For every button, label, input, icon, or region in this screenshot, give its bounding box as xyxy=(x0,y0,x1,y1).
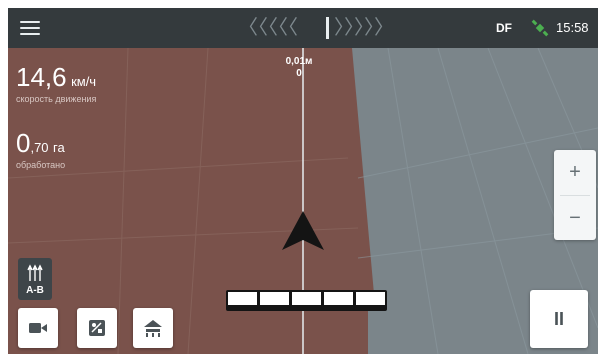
ab-line-label: A-B xyxy=(26,285,44,296)
implement-icon xyxy=(144,320,162,337)
hamburger-menu-icon[interactable] xyxy=(20,21,40,35)
pause-button[interactable]: II xyxy=(530,290,588,348)
zoom-in-button[interactable]: + xyxy=(554,150,596,194)
correction-status: DF xyxy=(496,21,512,35)
area-decimals: ,70 xyxy=(30,140,49,155)
implement-sections xyxy=(226,290,387,311)
top-bar: 〈〈〈〈〈 〉〉〉〉〉 DF 15:58 xyxy=(8,8,598,48)
offset-value: 0,01м xyxy=(285,56,313,67)
line-number: 0 xyxy=(296,68,302,79)
ab-line-icon xyxy=(27,264,43,281)
pause-icon: II xyxy=(553,308,564,329)
speed-caption: скорость движения xyxy=(16,94,97,104)
guidance-offset: 0,01м 0 xyxy=(278,56,320,80)
camera-button[interactable] xyxy=(18,308,58,348)
map-icon xyxy=(89,320,105,336)
zoom-control: + − xyxy=(554,150,596,240)
guidance-left-chevrons: 〈〈〈〈〈 xyxy=(238,17,298,39)
map-button[interactable] xyxy=(77,308,117,348)
area-readout: 0,70 га обработано xyxy=(16,130,65,170)
clock: 15:58 xyxy=(556,20,589,35)
navigation-screen: 〈〈〈〈〈 〉〉〉〉〉 DF 15:58 14,6 км/ч скорость … xyxy=(8,8,598,354)
speed-value: 14,6 xyxy=(16,62,67,92)
guidance-right-chevrons: 〉〉〉〉〉 xyxy=(334,17,394,39)
speed-readout: 14,6 км/ч скорость движения xyxy=(16,64,96,104)
area-value: 0 xyxy=(16,128,31,158)
implement-button[interactable] xyxy=(133,308,173,348)
camera-icon xyxy=(29,323,47,333)
satellite-icon xyxy=(531,19,549,37)
ab-line-button[interactable]: A-B xyxy=(18,258,52,300)
guidance-center-marker xyxy=(326,17,329,39)
speed-unit: км/ч xyxy=(71,74,97,89)
area-unit: га xyxy=(53,140,65,155)
zoom-out-button[interactable]: − xyxy=(554,196,596,240)
area-caption: обработано xyxy=(16,160,66,170)
guidance-indicator: 〈〈〈〈〈 〉〉〉〉〉 xyxy=(238,17,418,39)
